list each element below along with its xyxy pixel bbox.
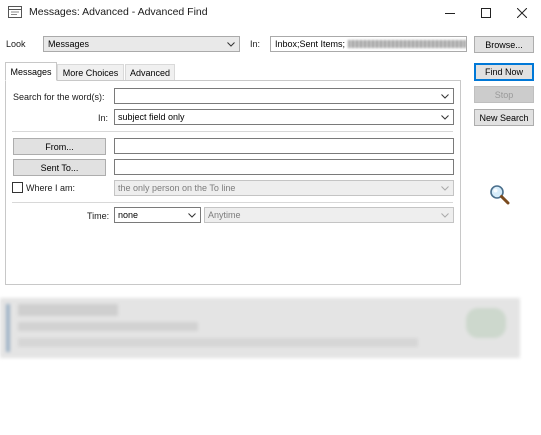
magnifier-icon — [490, 185, 510, 205]
search-words-label: Search for the word(s): — [13, 92, 105, 102]
maximize-icon — [481, 8, 491, 18]
look-dropdown[interactable]: Messages — [43, 36, 240, 52]
blurred-notification — [0, 298, 520, 358]
minimize-icon — [445, 13, 455, 14]
in-folder-label: In: — [250, 39, 261, 49]
time-value: none — [118, 210, 139, 220]
redacted-region — [18, 322, 198, 331]
chevron-down-icon — [184, 208, 200, 222]
divider — [12, 202, 453, 203]
search-in-dropdown[interactable]: subject field only — [114, 109, 454, 125]
chevron-down-icon — [223, 37, 239, 51]
where-i-am-label: Where I am: — [26, 183, 76, 193]
look-label: Look — [6, 39, 26, 49]
browse-button[interactable]: Browse... — [474, 36, 534, 53]
app-icon — [8, 6, 22, 18]
where-i-am-value: the only person on the To line — [118, 183, 236, 193]
divider — [12, 131, 453, 132]
find-now-button[interactable]: Find Now — [474, 63, 534, 81]
tab-more-choices[interactable]: More Choices — [57, 64, 124, 80]
from-button[interactable]: From... — [13, 138, 106, 155]
search-in-label: In: — [98, 113, 109, 123]
new-search-button[interactable]: New Search — [474, 109, 534, 126]
redacted-region — [348, 40, 466, 48]
chevron-down-icon — [437, 181, 453, 195]
redacted-region — [18, 338, 418, 347]
folder-path-value: Inbox;Sent Items; — [275, 39, 346, 49]
folder-path-field: Inbox;Sent Items; — [270, 36, 467, 52]
maximize-button[interactable] — [468, 0, 504, 26]
time-dropdown[interactable]: none — [114, 207, 201, 223]
sent-to-button[interactable]: Sent To... — [13, 159, 106, 176]
chevron-down-icon[interactable] — [437, 89, 453, 103]
close-icon — [517, 8, 527, 18]
notification-accent — [6, 304, 10, 352]
search-in-value: subject field only — [118, 112, 185, 122]
time-range-value: Anytime — [208, 210, 241, 220]
tab-messages[interactable]: Messages — [5, 62, 57, 81]
tab-advanced[interactable]: Advanced — [125, 64, 175, 80]
time-label: Time: — [87, 211, 110, 221]
redacted-region — [466, 308, 506, 338]
where-i-am-checkbox[interactable] — [12, 182, 23, 193]
minimize-button[interactable] — [432, 0, 468, 26]
chevron-down-icon — [437, 110, 453, 124]
stop-button[interactable]: Stop — [474, 86, 534, 103]
window-title: Messages: Advanced - Advanced Find — [29, 6, 208, 18]
close-button[interactable] — [504, 0, 540, 26]
time-range-dropdown[interactable]: Anytime — [204, 207, 454, 223]
redacted-region — [18, 304, 118, 316]
title-bar: Messages: Advanced - Advanced Find — [0, 0, 541, 26]
sent-to-field[interactable] — [114, 159, 454, 175]
search-words-input[interactable] — [114, 88, 454, 104]
where-i-am-dropdown[interactable]: the only person on the To line — [114, 180, 454, 196]
look-value: Messages — [48, 39, 90, 49]
chevron-down-icon — [437, 208, 453, 222]
from-field[interactable] — [114, 138, 454, 154]
